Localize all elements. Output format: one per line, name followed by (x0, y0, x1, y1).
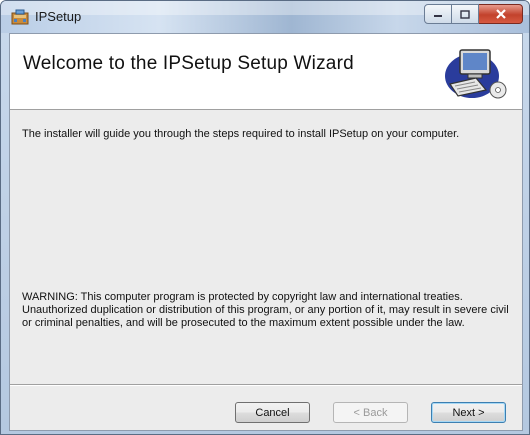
button-separator (10, 384, 522, 386)
maximize-button[interactable] (452, 4, 479, 24)
close-icon (495, 9, 506, 19)
installer-icon (11, 9, 29, 25)
banner-title: Welcome to the IPSetup Setup Wizard (23, 53, 354, 74)
minimize-icon (434, 15, 442, 17)
cancel-button[interactable]: Cancel (235, 402, 310, 423)
setup-wizard-window: IPSetup Welcome to the IPSetup Setup Wiz… (0, 0, 530, 435)
wizard-client-area: Welcome to the IPSetup Setup Wizard The … (9, 33, 523, 431)
wizard-banner: Welcome to the IPSetup Setup Wizard (10, 34, 522, 110)
computer-setup-icon (445, 49, 507, 99)
caption-buttons (424, 4, 523, 24)
close-button[interactable] (479, 4, 523, 24)
window-title: IPSetup (35, 9, 82, 24)
intro-text: The installer will guide you through the… (22, 128, 460, 140)
next-button[interactable]: Next > (431, 402, 506, 423)
copyright-warning-text: WARNING: This computer program is protec… (22, 291, 509, 329)
back-button[interactable]: < Back (333, 402, 408, 423)
maximize-icon (460, 9, 470, 19)
title-bar[interactable]: IPSetup (1, 1, 529, 33)
minimize-button[interactable] (424, 4, 452, 24)
